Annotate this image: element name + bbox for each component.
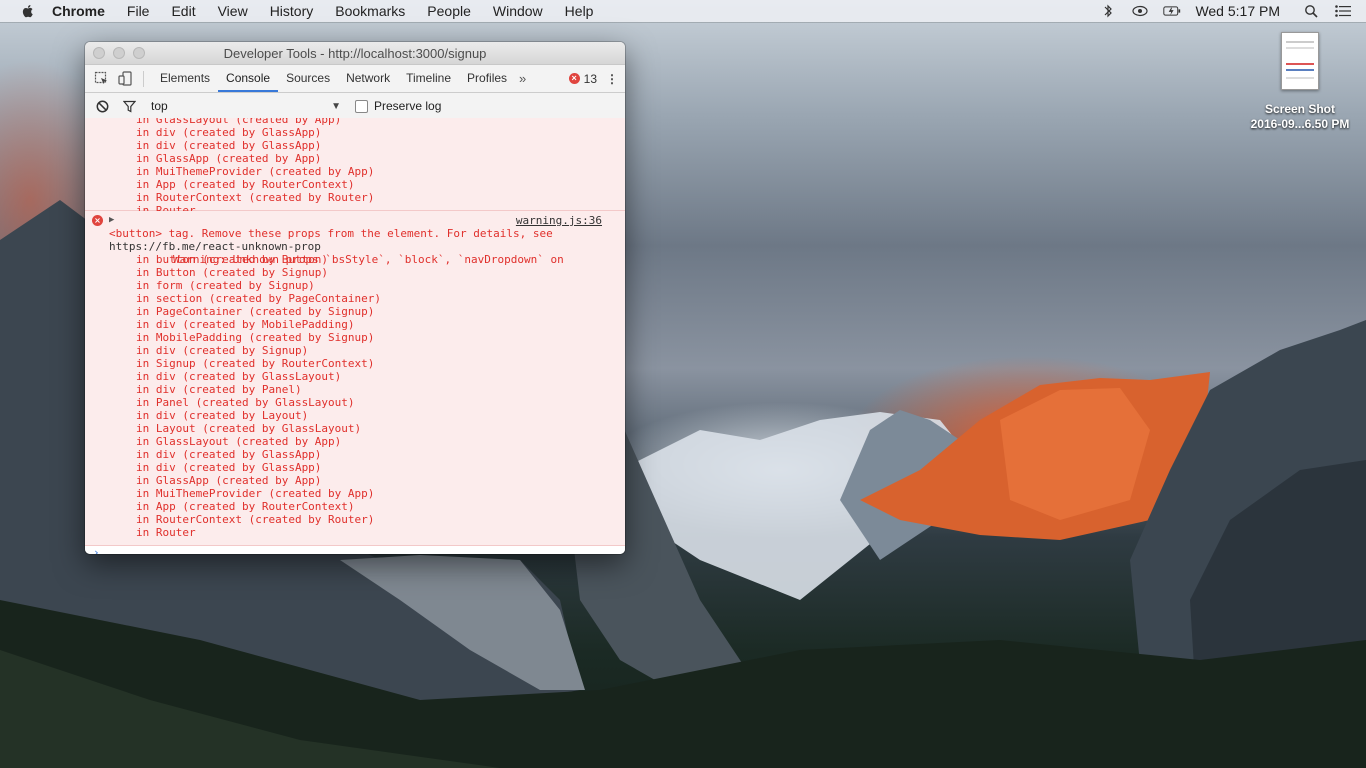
tab-profiles[interactable]: Profiles xyxy=(459,65,515,92)
menubar-status-area: Wed 5:17 PM xyxy=(1085,3,1366,19)
stack-line: in Button (created by Signup) xyxy=(136,266,329,279)
error-icon: × xyxy=(568,73,580,84)
stack-line: in GlassApp (created by App) xyxy=(136,152,322,165)
tab-network[interactable]: Network xyxy=(338,65,398,92)
more-tabs-icon[interactable]: » xyxy=(519,71,526,86)
bluetooth-icon[interactable] xyxy=(1099,4,1117,18)
preserve-log-checkbox[interactable] xyxy=(355,99,368,113)
stack-line: in div (created by GlassLayout) xyxy=(136,370,342,383)
devtools-tabbar: Elements Console Sources Network Timelin… xyxy=(85,65,625,93)
stack-line: in div (created by Signup) xyxy=(136,344,309,357)
inspect-element-icon[interactable] xyxy=(93,71,109,87)
stack-line: in MuiThemeProvider (created by App) xyxy=(136,487,375,500)
stack-line: in section (created by PageContainer) xyxy=(136,292,382,305)
menu-bar: Chrome File Edit View History Bookmarks … xyxy=(0,0,1366,22)
menu-window[interactable]: Window xyxy=(493,3,543,19)
file-name-line2: 2016-09...6.50 PM xyxy=(1250,117,1350,131)
stack-line: in GlassLayout (created by App) xyxy=(136,118,342,126)
stack-line: in div (created by GlassApp) xyxy=(136,139,322,152)
console-output[interactable]: in GlassLayout (created by App) in div (… xyxy=(85,118,625,554)
desktop-file-label: Screen Shot 2016-09...6.50 PM xyxy=(1240,102,1360,132)
stack-line: in RouterContext (created by Router) xyxy=(136,513,375,526)
menu-view[interactable]: View xyxy=(218,3,248,19)
spotlight-search-icon[interactable] xyxy=(1302,4,1320,18)
preserve-log-option[interactable]: Preserve log xyxy=(355,99,441,113)
window-titlebar[interactable]: Developer Tools - http://localhost:3000/… xyxy=(85,42,625,65)
preserve-log-label: Preserve log xyxy=(374,99,442,113)
devtools-window: Developer Tools - http://localhost:3000/… xyxy=(85,42,625,554)
warning-text: Warning: Unknown props `bsStyle`, `block… xyxy=(172,253,564,266)
stack-line: in MobilePadding (created by Signup) xyxy=(136,331,375,344)
tab-sources[interactable]: Sources xyxy=(278,65,338,92)
stack-line: in div (created by GlassApp) xyxy=(136,448,322,461)
stack-line: in form (created by Signup) xyxy=(136,279,315,292)
device-mode-icon[interactable] xyxy=(117,71,133,87)
clear-console-icon[interactable] xyxy=(94,98,110,114)
error-icon: × xyxy=(92,215,103,226)
desktop-file-screenshot[interactable]: Screen Shot 2016-09...6.50 PM xyxy=(1240,32,1360,132)
minimize-window-button[interactable] xyxy=(113,47,125,59)
stack-line: in div (created by MobilePadding) xyxy=(136,318,355,331)
menu-bookmarks[interactable]: Bookmarks xyxy=(335,3,405,19)
stack-line: in App (created by RouterContext) xyxy=(136,500,355,513)
airplay-icon[interactable] xyxy=(1131,4,1149,18)
console-error-message: in GlassLayout (created by App) in div (… xyxy=(85,118,625,217)
filter-icon[interactable] xyxy=(121,98,137,114)
window-controls xyxy=(93,47,153,59)
stack-line: in GlassLayout (created by App) xyxy=(136,435,342,448)
stack-line: in MuiThemeProvider (created by App) xyxy=(136,165,375,178)
expand-triangle-icon[interactable]: ▶ xyxy=(109,214,114,227)
menu-chrome[interactable]: Chrome xyxy=(52,3,105,19)
toolbar-divider xyxy=(143,70,144,87)
stack-line: in App (created by RouterContext) xyxy=(136,178,355,191)
file-name-line1: Screen Shot xyxy=(1264,102,1336,116)
stack-line: in RouterContext (created by Router) xyxy=(136,191,375,204)
stack-line: in div (created by Panel) xyxy=(136,383,302,396)
stack-line: in Router xyxy=(136,526,196,539)
error-count: 13 xyxy=(583,71,597,86)
context-selector-value: top xyxy=(151,99,168,113)
stack-line: in Panel (created by GlassLayout) xyxy=(136,396,355,409)
battery-icon[interactable] xyxy=(1163,4,1181,18)
error-count-badge[interactable]: × 13 xyxy=(568,71,597,86)
menu-file[interactable]: File xyxy=(127,3,150,19)
file-thumbnail-icon xyxy=(1281,32,1319,90)
warning-url[interactable]: https://fb.me/react-unknown-prop xyxy=(85,240,625,253)
stack-line: in Signup (created by RouterContext) xyxy=(136,357,375,370)
stack-line: in div (created by GlassApp) xyxy=(136,461,322,474)
tab-elements[interactable]: Elements xyxy=(152,65,218,92)
warning-header[interactable]: × ▶ Warning: Unknown props `bsStyle`, `b… xyxy=(85,214,625,266)
stack-line: in Layout (created by GlassLayout) xyxy=(136,422,362,435)
tab-timeline[interactable]: Timeline xyxy=(398,65,459,92)
menu-people[interactable]: People xyxy=(427,3,471,19)
stack-line: in div (created by GlassApp) xyxy=(136,126,322,139)
zoom-window-button[interactable] xyxy=(133,47,145,59)
tab-console[interactable]: Console xyxy=(218,65,279,92)
warning-text-line2: <button> tag. Remove these props from th… xyxy=(109,227,553,240)
menu-help[interactable]: Help xyxy=(565,3,594,19)
context-selector[interactable]: top ▼ xyxy=(151,99,341,113)
close-window-button[interactable] xyxy=(93,47,105,59)
stack-line: in div (created by Layout) xyxy=(136,409,309,422)
menu-history[interactable]: History xyxy=(270,3,314,19)
console-warning-message: × ▶ Warning: Unknown props `bsStyle`, `b… xyxy=(85,211,625,546)
dropdown-arrow-icon: ▼ xyxy=(331,100,341,112)
window-title: Developer Tools - http://localhost:3000/… xyxy=(223,45,487,61)
menubar-clock[interactable]: Wed 5:17 PM xyxy=(1195,3,1280,19)
console-toolbar: top ▼ Preserve log xyxy=(85,93,625,120)
console-prompt[interactable]: › xyxy=(85,546,625,554)
stack-line: in GlassApp (created by App) xyxy=(136,474,322,487)
stack-line: in PageContainer (created by Signup) xyxy=(136,305,375,318)
menu-edit[interactable]: Edit xyxy=(171,3,195,19)
source-link[interactable]: warning.js:36 xyxy=(516,214,602,227)
notification-center-icon[interactable] xyxy=(1334,4,1352,18)
apple-icon[interactable] xyxy=(20,3,36,19)
more-options-icon[interactable]: ⋮ xyxy=(605,72,619,86)
